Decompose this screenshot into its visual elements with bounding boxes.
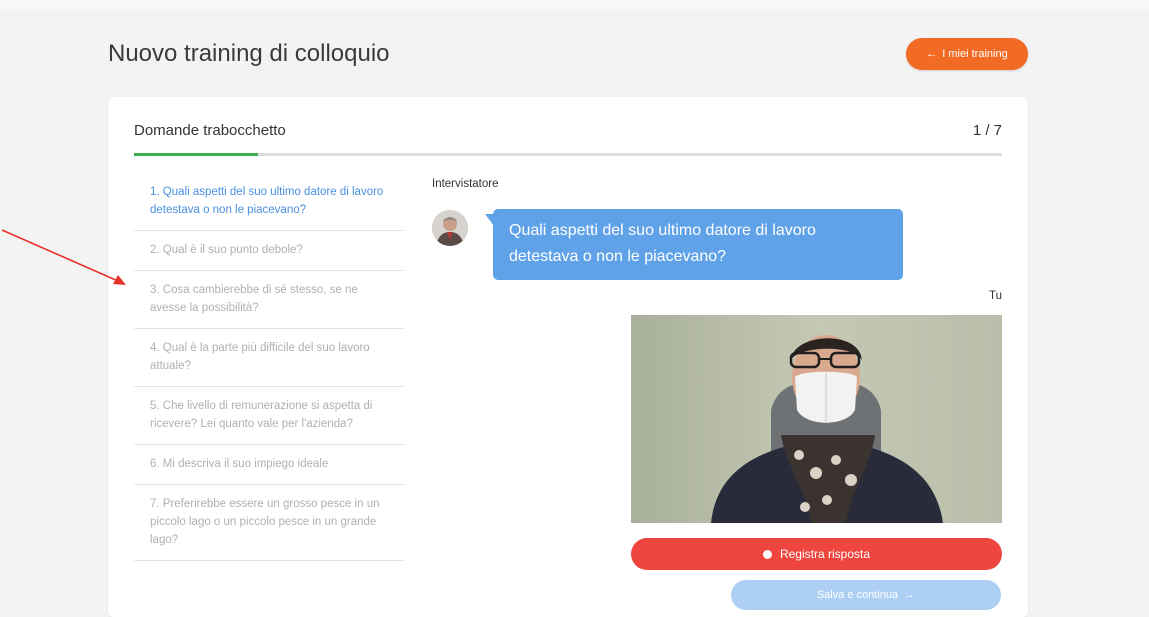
question-item[interactable]: 6. Mi descriva il suo impiego ideale — [134, 445, 404, 485]
interviewer-avatar-image — [432, 210, 468, 246]
question-item[interactable]: 2. Qual è il suo punto debole? — [134, 231, 404, 271]
webcam-feed-image — [631, 315, 1002, 523]
question-counter: 1 / 7 — [972, 122, 1002, 139]
interviewer-label: Intervistatore — [432, 178, 499, 190]
arrow-right-icon: → — [904, 589, 916, 601]
user-label: Tu — [989, 290, 1002, 302]
question-item[interactable]: 7. Preferirebbe essere un grosso pesce i… — [134, 485, 404, 561]
webcam-video — [631, 315, 1002, 523]
question-list: 1. Quali aspetti del suo ultimo datore d… — [134, 173, 404, 561]
record-answer-label: Registra risposta — [779, 547, 871, 561]
question-item[interactable]: 4. Qual è la parte più difficile del suo… — [134, 329, 404, 387]
arrow-left-icon: ← — [926, 48, 938, 60]
page-title: Nuovo training di colloquio — [108, 40, 390, 67]
interviewer-avatar — [432, 210, 468, 246]
question-item[interactable]: 1. Quali aspetti del suo ultimo datore d… — [134, 173, 404, 231]
interviewer-message-bubble: Quali aspetti del suo ultimo datore di l… — [493, 209, 903, 280]
my-trainings-button[interactable]: ← I miei training — [906, 38, 1028, 70]
record-dot-icon — [762, 549, 772, 559]
save-continue-label: Salva e continua — [816, 589, 899, 601]
question-item[interactable]: 5. Che livello di remunerazione si aspet… — [134, 387, 404, 445]
progress-bar — [134, 153, 1002, 156]
top-bar — [0, 0, 1149, 10]
section-title: Domande trabocchetto — [134, 122, 286, 139]
save-continue-button[interactable]: Salva e continua → — [731, 580, 1001, 610]
my-trainings-label: I miei training — [942, 48, 1008, 60]
record-answer-button[interactable]: Registra risposta — [631, 538, 1002, 570]
progress-bar-fill — [134, 153, 259, 156]
question-item[interactable]: 3. Cosa cambierebbe di sé stesso, se ne … — [134, 271, 404, 329]
